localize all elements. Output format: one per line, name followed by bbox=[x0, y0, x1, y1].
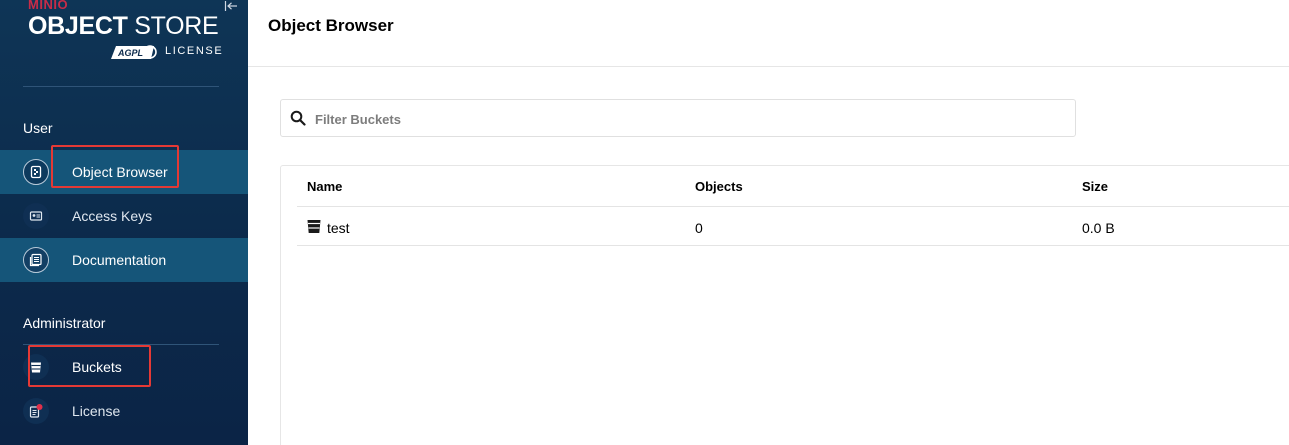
sidebar-item-label: Access Keys bbox=[72, 208, 153, 224]
sidebar-item-buckets[interactable]: Buckets bbox=[0, 345, 248, 389]
sidebar-item-label: Documentation bbox=[72, 252, 167, 268]
page-title: Object Browser bbox=[268, 16, 394, 35]
license-icon bbox=[23, 398, 49, 424]
sidebar-item-label: License bbox=[72, 403, 121, 419]
access-keys-icon bbox=[23, 203, 49, 229]
header-divider bbox=[248, 66, 1289, 67]
bucket-size: 0.0 B bbox=[1082, 220, 1115, 236]
main-content: Object Browser Name Objects Size test 0 … bbox=[248, 0, 1289, 445]
agpl-badge-icon: AGPL 3 bbox=[111, 45, 157, 59]
bucket-icon bbox=[307, 220, 321, 233]
product-name-bold: OBJECT bbox=[28, 12, 128, 40]
column-header-objects[interactable]: Objects bbox=[695, 179, 743, 195]
buckets-table: Name Objects Size test 0 0.0 B bbox=[280, 165, 1289, 445]
sidebar-item-license[interactable]: License bbox=[0, 389, 248, 433]
bucket-name[interactable]: test bbox=[327, 220, 350, 236]
svg-text:3: 3 bbox=[148, 49, 153, 58]
sidebar-item-access-keys[interactable]: Access Keys bbox=[0, 194, 248, 238]
bucket-objects-count: 0 bbox=[695, 220, 703, 236]
minio-wordmark: MINIO bbox=[28, 0, 69, 12]
table-row-divider bbox=[297, 245, 1289, 246]
table-row[interactable]: test 0 0.0 B bbox=[297, 207, 1289, 246]
sidebar: MINIO OBJECT STORE AGPL 3 LICENSE User O… bbox=[0, 0, 248, 445]
column-header-name[interactable]: Name bbox=[307, 179, 342, 195]
filter-buckets-field[interactable] bbox=[280, 99, 1076, 137]
sidebar-divider bbox=[23, 86, 219, 87]
sidebar-item-label: Buckets bbox=[72, 359, 122, 375]
filter-buckets-input[interactable] bbox=[315, 109, 1055, 129]
object-browser-icon bbox=[23, 159, 49, 185]
minio-logo: MINIO OBJECT STORE AGPL 3 LICENSE bbox=[28, 0, 228, 64]
product-name: OBJECT STORE bbox=[28, 12, 219, 40]
section-title-administrator: Administrator bbox=[23, 315, 106, 331]
section-title-user: User bbox=[23, 120, 53, 136]
search-icon bbox=[290, 110, 306, 126]
sidebar-item-object-browser[interactable]: Object Browser bbox=[0, 150, 248, 194]
sidebar-item-documentation[interactable]: Documentation bbox=[0, 238, 248, 282]
svg-text:AGPL: AGPL bbox=[117, 48, 143, 58]
product-name-light: STORE bbox=[134, 12, 219, 40]
license-wordmark: LICENSE bbox=[165, 45, 224, 57]
sidebar-item-label: Object Browser bbox=[72, 164, 168, 180]
documentation-icon bbox=[23, 247, 49, 273]
bucket-icon bbox=[23, 354, 49, 380]
column-header-size[interactable]: Size bbox=[1082, 179, 1108, 195]
